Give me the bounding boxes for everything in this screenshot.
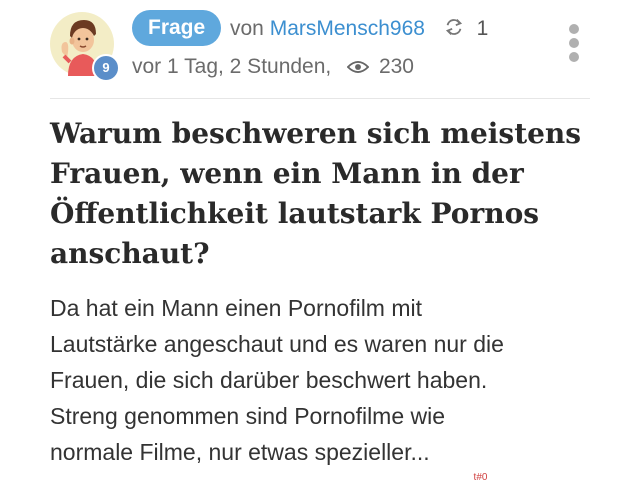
menu-dot [569, 38, 579, 48]
watermark: t#0 [468, 472, 488, 483]
question-body: Da hat ein Mann einen Pornofilm mit Laut… [50, 290, 630, 470]
question-body-line: Lautstärke angeschaut und es waren nur d… [50, 331, 504, 357]
post-time: vor 1 Tag, 2 Stunden, [132, 55, 332, 78]
question-title-line: Frauen, wenn ein Mann in der [50, 157, 524, 190]
question-body-line: Da hat ein Mann einen Pornofilm mit [50, 295, 423, 321]
menu-dot [569, 52, 579, 62]
more-vertical-icon[interactable] [566, 24, 582, 64]
question-header: 9 Frage von MarsMensch968 1 vor 1 Tag, 2… [0, 0, 640, 100]
author-username-link[interactable]: MarsMensch968 [270, 17, 425, 40]
question-title-line: Öffentlichkeit lautstark Pornos [50, 197, 540, 230]
question-body-line: Streng genommen sind Pornofilme wie [50, 403, 446, 429]
author-line: von MarsMensch968 1 [230, 14, 488, 44]
view-count: 230 [378, 55, 414, 78]
by-label: von [230, 17, 264, 40]
question-title-line: anschaut? [50, 237, 210, 270]
question-title[interactable]: Warum beschweren sich meistens Frauen, w… [50, 114, 610, 274]
question-type-tag[interactable]: Frage [132, 10, 222, 46]
user-level-badge: 9 [92, 54, 120, 82]
share-count: 1 [476, 17, 489, 40]
share-icon[interactable] [443, 16, 465, 47]
menu-dot [569, 24, 579, 34]
post-meta-line: vor 1 Tag, 2 Stunden, 230 [132, 52, 414, 82]
eye-icon [346, 55, 370, 85]
user-avatar[interactable]: 9 [50, 12, 120, 82]
question-title-line: Warum beschweren sich meistens [50, 117, 582, 150]
question-body-line: normale Filme, nur etwas spezieller... [50, 439, 430, 465]
header-divider [50, 98, 590, 99]
question-body-line: Frauen, die sich darüber beschwert haben… [50, 367, 488, 393]
